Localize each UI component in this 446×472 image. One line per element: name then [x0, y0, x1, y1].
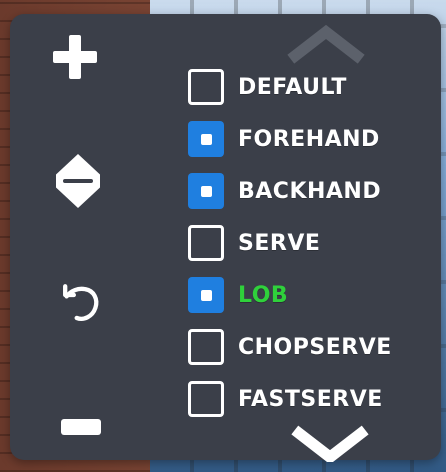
- up-down-arrows-icon: [56, 154, 100, 208]
- checkbox[interactable]: [188, 277, 224, 313]
- reset-button[interactable]: [56, 280, 106, 330]
- list-item[interactable]: BACKHAND: [188, 170, 433, 212]
- plus-icon-horizontal: [53, 51, 97, 63]
- list-item-label: FOREHAND: [238, 126, 380, 152]
- list-item-label: CHOPSERVE: [238, 334, 392, 360]
- list-item[interactable]: DEFAULT: [188, 66, 433, 108]
- list-item[interactable]: FOREHAND: [188, 118, 433, 160]
- decrease-button[interactable]: [60, 416, 102, 438]
- reorder-toggle-button[interactable]: [56, 154, 100, 208]
- chevron-down-icon: [291, 425, 369, 465]
- plus-icon: [50, 32, 100, 82]
- minus-icon: [61, 419, 101, 435]
- checkbox[interactable]: [188, 225, 224, 261]
- list-item-label: DEFAULT: [238, 74, 347, 100]
- shot-type-list: DEFAULT FOREHAND BACKHAND SERVE LOB CHOP…: [188, 66, 433, 422]
- checkbox[interactable]: [188, 329, 224, 365]
- undo-icon: [63, 284, 99, 321]
- checkbox-dot-icon: [200, 133, 212, 145]
- shot-type-panel: DEFAULT FOREHAND BACKHAND SERVE LOB CHOP…: [10, 14, 441, 465]
- scroll-down-button[interactable]: [290, 422, 370, 465]
- list-item[interactable]: CHOPSERVE: [188, 326, 433, 368]
- scroll-up-button[interactable]: [286, 24, 366, 64]
- checkbox-dot-icon: [200, 185, 212, 197]
- list-item-label: FASTSERVE: [238, 386, 383, 412]
- up-down-arrows-divider: [63, 179, 93, 183]
- list-item[interactable]: LOB: [188, 274, 433, 316]
- checkbox[interactable]: [188, 69, 224, 105]
- list-item[interactable]: FASTSERVE: [188, 378, 433, 420]
- checkbox-dot-icon: [200, 289, 212, 301]
- checkbox[interactable]: [188, 173, 224, 209]
- increase-button[interactable]: [50, 32, 100, 82]
- list-item-label: BACKHAND: [238, 178, 382, 204]
- checkbox[interactable]: [188, 381, 224, 417]
- checkbox[interactable]: [188, 121, 224, 157]
- chevron-up-icon: [287, 24, 365, 64]
- list-item[interactable]: SERVE: [188, 222, 433, 264]
- list-item-label: LOB: [238, 282, 289, 308]
- list-item-label: SERVE: [238, 230, 321, 256]
